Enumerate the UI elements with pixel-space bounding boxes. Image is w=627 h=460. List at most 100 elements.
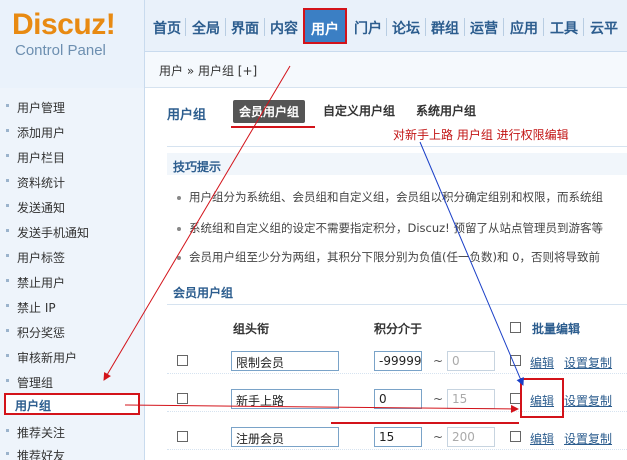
column-header-title: 组头衔 <box>233 322 270 336</box>
column-header-batch-edit[interactable]: 批量编辑 <box>532 320 580 337</box>
bullet-icon <box>6 204 9 207</box>
sidebar-item-recommend-friends[interactable]: 推荐好友 <box>6 444 144 460</box>
sidebar-item-add-user[interactable]: 添加用户 <box>6 121 144 141</box>
topnav-item-cloud[interactable]: 云平 <box>590 18 618 38</box>
logo: Discuz! <box>12 8 116 41</box>
credits-min-input[interactable]: 0 <box>374 389 422 409</box>
topnav-item-content[interactable]: 内容 <box>270 18 298 38</box>
range-separator: ~ <box>433 354 444 368</box>
sidebar-item-user-fields[interactable]: 用户栏目 <box>6 146 144 166</box>
bullet-icon <box>177 226 181 231</box>
bullet-icon <box>6 429 9 432</box>
bullet-icon <box>6 179 9 182</box>
bullet-icon <box>6 129 9 132</box>
tips-title: 技巧提示 <box>173 160 222 174</box>
table-row: 限制会员 -99999 ~ 0 编辑 设置复制 <box>167 346 627 374</box>
sidebar-item-user-groups[interactable]: 用户组 <box>4 393 140 415</box>
tip-item: 系统组和自定义组的设定不需要指定积分，Discuz! 预留了从站点管理员到游客等 <box>177 220 603 236</box>
row-checkbox[interactable] <box>177 355 188 366</box>
bullet-icon <box>6 452 9 455</box>
copy-settings-link[interactable]: 设置复制 <box>564 354 612 371</box>
bullet-icon <box>6 379 9 382</box>
divider <box>167 304 627 305</box>
topnav-separator <box>264 18 265 36</box>
sidebar: 用户管理 添加用户 用户栏目 资料统计 发送通知 发送手机通知 用户标签 禁止用… <box>0 88 145 460</box>
breadcrumb-bar: 用户 » 用户组 [+] <box>145 52 627 88</box>
logo-area: Discuz! Control Panel <box>0 0 145 88</box>
credits-max-input: 0 <box>447 351 495 371</box>
topnav-item-apps[interactable]: 应用 <box>510 18 538 38</box>
edit-highlight-box <box>520 378 564 418</box>
sidebar-item-user-management[interactable]: 用户管理 <box>6 96 144 116</box>
topnav-item-groups[interactable]: 群组 <box>431 18 459 38</box>
topnav-item-forum[interactable]: 论坛 <box>392 18 420 38</box>
topnav-item-home[interactable]: 首页 <box>153 18 181 38</box>
topnav-item-tools[interactable]: 工具 <box>550 18 578 38</box>
bullet-icon <box>6 304 9 307</box>
sidebar-item-recommend-follow[interactable]: 推荐关注 <box>6 421 144 441</box>
group-title-input[interactable]: 新手上路 <box>231 389 339 409</box>
tip-item: 会员用户组至少分为两组，其积分下限分别为负值(任一负数)和 0，否则将导致前 <box>177 249 600 265</box>
topnav-item-interface[interactable]: 界面 <box>231 18 259 38</box>
row-checkbox[interactable] <box>177 393 188 404</box>
tips-header: 技巧提示 <box>167 153 627 175</box>
main-content: 用户组 会员用户组 自定义用户组 系统用户组 对新手上路 用户组 进行权限编辑 … <box>145 88 627 460</box>
credits-max-input: 200 <box>447 427 495 447</box>
tip-item: 用户组分为系统组、会员组和自定义组，会员组以积分确定组别和权限，而系统组 <box>177 189 603 205</box>
page-title: 用户组 <box>167 108 207 123</box>
bullet-icon <box>6 254 9 257</box>
tab-custom-groups[interactable]: 自定义用户组 <box>323 102 395 119</box>
group-title-input[interactable]: 注册会员 <box>231 427 339 447</box>
edit-link[interactable]: 编辑 <box>530 430 554 447</box>
range-separator: ~ <box>433 430 444 444</box>
edit-link[interactable]: 编辑 <box>530 354 554 371</box>
sidebar-item-ban-user[interactable]: 禁止用户 <box>6 271 144 291</box>
topnav-item-portal[interactable]: 门户 <box>354 18 382 38</box>
sidebar-item-stats[interactable]: 资料统计 <box>6 171 144 191</box>
topnav-separator <box>543 18 544 36</box>
column-header-credits: 积分介于 <box>374 322 423 336</box>
bullet-icon <box>177 255 181 260</box>
breadcrumb[interactable]: 用户 » 用户组 [+] <box>159 62 257 79</box>
topnav-separator <box>583 18 584 36</box>
table-row: 注册会员 15 ~ 200 编辑 设置复制 <box>167 422 627 450</box>
bullet-icon <box>6 104 9 107</box>
sidebar-item-send-sms[interactable]: 发送手机通知 <box>6 221 144 241</box>
topnav-item-global[interactable]: 全局 <box>192 18 220 38</box>
sidebar-item-ban-ip[interactable]: 禁止 IP <box>6 296 144 316</box>
tips-box: 技巧提示 用户组分为系统组、会员组和自定义组，会员组以积分确定组别和权限，而系统… <box>167 146 627 274</box>
topnav-item-operations[interactable]: 运营 <box>470 18 498 38</box>
tab-member-groups[interactable]: 会员用户组 <box>233 100 306 123</box>
credits-min-input[interactable]: -99999 <box>374 351 422 371</box>
group-title-input[interactable]: 限制会员 <box>231 351 339 371</box>
row-checkbox[interactable] <box>177 431 188 442</box>
topnav-separator <box>185 18 186 36</box>
range-separator: ~ <box>433 392 444 406</box>
topnav-separator <box>464 18 465 36</box>
batch-row-checkbox[interactable] <box>510 431 521 442</box>
copy-settings-link[interactable]: 设置复制 <box>564 430 612 447</box>
bullet-icon <box>6 229 9 232</box>
bullet-icon <box>6 354 9 357</box>
credits-max-input: 15 <box>447 389 495 409</box>
annotation-text: 对新手上路 用户组 进行权限编辑 <box>393 128 569 142</box>
batch-row-checkbox[interactable] <box>510 355 521 366</box>
sidebar-item-user-tags[interactable]: 用户标签 <box>6 246 144 266</box>
tab-system-groups[interactable]: 系统用户组 <box>416 102 476 119</box>
sidebar-item-credits[interactable]: 积分奖惩 <box>6 321 144 341</box>
sidebar-item-review-users[interactable]: 审核新用户 <box>6 346 144 366</box>
bullet-icon <box>6 329 9 332</box>
topnav-separator <box>425 18 426 36</box>
bullet-icon <box>6 154 9 157</box>
batch-edit-checkbox[interactable] <box>510 322 521 333</box>
sidebar-item-send-notice[interactable]: 发送通知 <box>6 196 144 216</box>
logo-subtitle: Control Panel <box>15 42 106 59</box>
group-section-title: 会员用户组 <box>173 286 234 300</box>
sidebar-item-admin-groups[interactable]: 管理组 <box>6 371 144 391</box>
topnav-separator <box>386 18 387 36</box>
topnav-item-users[interactable]: 用户 <box>303 8 347 44</box>
copy-settings-link[interactable]: 设置复制 <box>564 392 612 409</box>
bullet-icon <box>177 195 181 200</box>
topnav-separator <box>503 18 504 36</box>
credits-min-input[interactable]: 15 <box>374 427 422 447</box>
